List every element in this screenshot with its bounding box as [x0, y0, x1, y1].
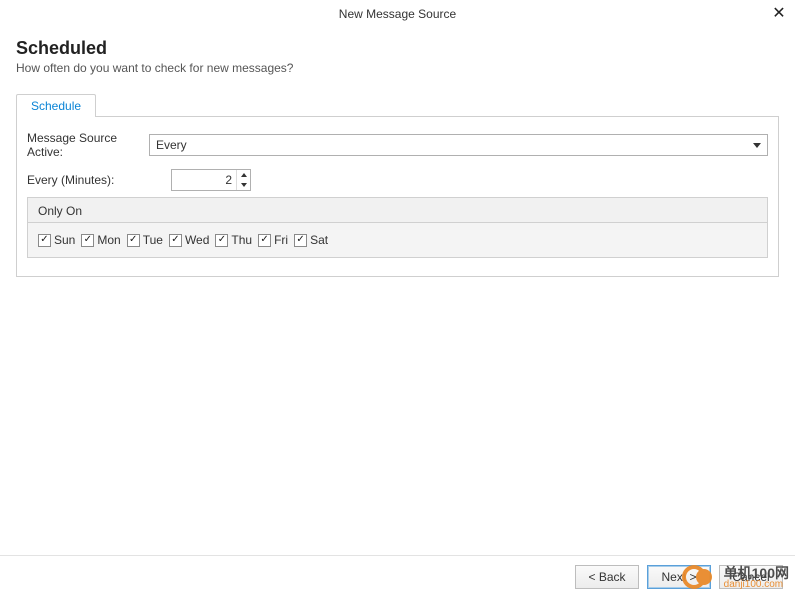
page-header: Scheduled How often do you want to check…	[0, 28, 795, 79]
select-active[interactable]: Every	[149, 134, 768, 156]
checkbox-box: ✓	[215, 234, 228, 247]
checkbox-day-thu[interactable]: ✓ Thu	[215, 233, 252, 247]
checkbox-day-mon[interactable]: ✓ Mon	[81, 233, 120, 247]
checkbox-label: Fri	[274, 233, 288, 247]
back-button-label: < Back	[588, 570, 625, 584]
row-interval: Every (Minutes): 2	[27, 169, 768, 191]
check-icon: ✓	[129, 235, 137, 245]
check-icon: ✓	[260, 235, 268, 245]
days-row: ✓ Sun ✓ Mon ✓ Tue ✓ Wed ✓ Thu ✓ Fri ✓ Sat	[28, 223, 767, 257]
check-icon: ✓	[296, 235, 304, 245]
checkbox-label: Thu	[231, 233, 252, 247]
next-button[interactable]: Next >	[647, 565, 711, 589]
window-title: New Message Source	[339, 7, 456, 21]
wizard-footer: < Back Next > Cancel	[0, 555, 795, 597]
checkbox-label: Sat	[310, 233, 328, 247]
spinner-down-button[interactable]	[237, 180, 250, 190]
spinner-interval[interactable]: 2	[171, 169, 251, 191]
spinner-interval-value[interactable]: 2	[172, 170, 236, 190]
checkbox-box: ✓	[258, 234, 271, 247]
checkbox-label: Sun	[54, 233, 75, 247]
check-icon: ✓	[40, 235, 48, 245]
tab-label: Schedule	[31, 99, 81, 113]
checkbox-day-tue[interactable]: ✓ Tue	[127, 233, 163, 247]
page-subtitle: How often do you want to check for new m…	[16, 61, 779, 75]
cancel-button-label: Cancel	[732, 570, 769, 584]
titlebar: New Message Source ✕	[0, 0, 795, 28]
back-button[interactable]: < Back	[575, 565, 639, 589]
tab-panel-schedule: Message Source Active: Every Every (Minu…	[16, 116, 779, 277]
group-only-on-title: Only On	[28, 198, 767, 223]
spinner-up-button[interactable]	[237, 170, 250, 180]
label-interval: Every (Minutes):	[27, 173, 149, 187]
arrow-down-icon	[241, 183, 247, 187]
checkbox-box: ✓	[127, 234, 140, 247]
checkbox-label: Mon	[97, 233, 120, 247]
wizard-window: New Message Source ✕ Scheduled How often…	[0, 0, 795, 597]
checkbox-label: Wed	[185, 233, 209, 247]
tabstrip: Schedule	[16, 93, 779, 117]
label-active: Message Source Active:	[27, 131, 149, 159]
checkbox-day-sat[interactable]: ✓ Sat	[294, 233, 328, 247]
checkbox-day-wed[interactable]: ✓ Wed	[169, 233, 209, 247]
checkbox-label: Tue	[143, 233, 163, 247]
chevron-down-icon	[753, 143, 761, 148]
close-icon: ✕	[772, 5, 785, 22]
check-icon: ✓	[84, 235, 92, 245]
spinner-buttons	[236, 170, 250, 190]
check-icon: ✓	[171, 235, 179, 245]
select-active-value: Every	[156, 138, 187, 152]
tab-schedule[interactable]: Schedule	[16, 94, 96, 117]
next-button-label: Next >	[661, 570, 696, 584]
checkbox-day-sun[interactable]: ✓ Sun	[38, 233, 75, 247]
checkbox-box: ✓	[294, 234, 307, 247]
close-button[interactable]: ✕	[767, 2, 791, 26]
cancel-button[interactable]: Cancel	[719, 565, 783, 589]
check-icon: ✓	[218, 235, 226, 245]
checkbox-box: ✓	[169, 234, 182, 247]
checkbox-day-fri[interactable]: ✓ Fri	[258, 233, 288, 247]
row-active: Message Source Active: Every	[27, 131, 768, 159]
page-title: Scheduled	[16, 38, 779, 59]
arrow-up-icon	[241, 173, 247, 177]
tabs-container: Schedule Message Source Active: Every Ev…	[16, 93, 779, 277]
group-only-on: Only On ✓ Sun ✓ Mon ✓ Tue ✓ Wed ✓ Thu ✓ Fri ✓ Sat	[27, 197, 768, 258]
checkbox-box: ✓	[81, 234, 94, 247]
checkbox-box: ✓	[38, 234, 51, 247]
